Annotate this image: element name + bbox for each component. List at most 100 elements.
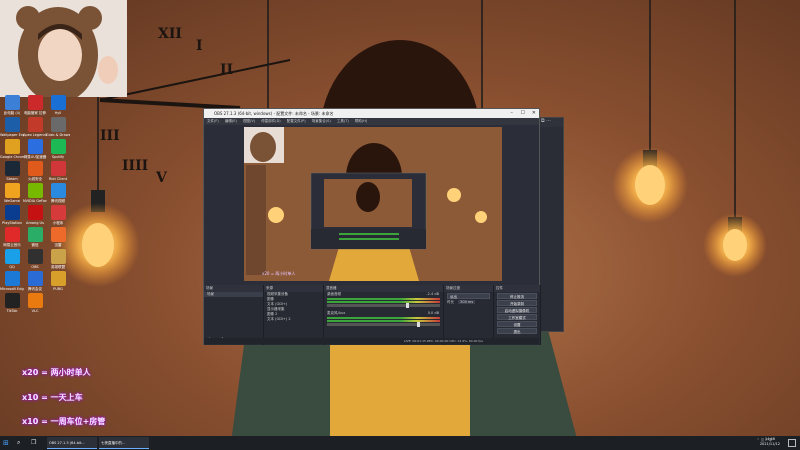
desktop-icon-label: 迅雷 — [54, 243, 62, 247]
slider-handle[interactable] — [406, 303, 410, 308]
desktop-icon[interactable]: 此电脑 (4) — [0, 95, 24, 115]
search-icon[interactable]: ⌕ — [17, 437, 27, 449]
virtual-camera-button[interactable]: 启动虚拟摄像机 — [497, 307, 537, 313]
scene-item[interactable]: 场景 — [204, 292, 263, 297]
slider-handle[interactable] — [417, 322, 421, 327]
desktop-icon[interactable]: Microsoft Edge — [0, 271, 24, 291]
windows-icon[interactable]: ⊞ — [3, 437, 13, 449]
menu-tools[interactable]: 工具(T) — [337, 119, 349, 123]
desktop-icon[interactable]: Hyll — [46, 95, 70, 115]
transition-select[interactable]: 淡出 — [447, 293, 490, 299]
desktop-icon-label: 英雄联盟 — [51, 265, 65, 269]
desktop-icon[interactable]: 网易云音乐 — [0, 227, 24, 247]
desktop-icon[interactable]: 微信 — [23, 227, 47, 247]
desktop-icon[interactable]: 小程序 — [46, 205, 70, 225]
close-icon[interactable]: ✕ — [532, 109, 536, 118]
desktop-icon[interactable]: Grab & Drawer — [46, 117, 70, 137]
start-recording-button[interactable]: 开始录制 — [497, 300, 537, 306]
maximize-icon[interactable]: ☐ — [521, 109, 525, 118]
channel-name: 桌面音频 — [327, 292, 341, 296]
menu-file[interactable]: 文件(F) — [207, 119, 219, 123]
desktop-icon[interactable]: 腾讯会议 — [23, 271, 47, 291]
desktop-icon[interactable]: Among Us — [23, 205, 47, 225]
menu-docks[interactable]: 停靠部件(D) — [261, 119, 280, 123]
window-controls-icon[interactable]: ⧉ ⋯ — [539, 118, 563, 127]
desktop-icon-label: 微信 — [31, 243, 39, 247]
source-item[interactable]: 文本 (GDI+) 2 — [264, 317, 323, 322]
clock-numeral: II — [220, 62, 234, 78]
desktop-icon[interactable]: Google Chrome — [0, 139, 24, 159]
clock-numeral: III — [100, 128, 120, 144]
desktop-icon-label: VLC — [31, 309, 39, 313]
minimize-icon[interactable]: – — [511, 109, 514, 118]
settings-button[interactable]: 设置 — [497, 321, 537, 327]
app-icon — [50, 205, 66, 220]
desktop-icon[interactable]: OBS — [23, 249, 47, 269]
controls-dock: 控件 停止推流 开始录制 启动虚拟摄像机 工作室模式 设置 退出 — [494, 285, 541, 345]
desktop-icon[interactable]: Steam — [0, 161, 24, 181]
menu-scene-collection[interactable]: 场景集合(S) — [312, 119, 331, 123]
volume-slider[interactable] — [327, 303, 440, 308]
desktop-icon[interactable]: Apex Legends — [23, 117, 47, 137]
desktop-icon-label: PUBG — [53, 287, 63, 291]
obs-titlebar[interactable]: OBS 27.1.3 (64-bit, windows) - 配置文件: 未命名… — [204, 109, 539, 118]
menu-edit[interactable]: 编辑(E) — [225, 119, 237, 123]
desktop-icon[interactable]: NVIDIA GeForce — [23, 183, 47, 203]
duration-input[interactable]: 300 ms — [458, 300, 476, 304]
menu-help[interactable]: 帮助(H) — [355, 119, 367, 123]
desktop-icon[interactable]: Wallpaper Engine — [0, 117, 24, 137]
exit-button[interactable]: 退出 — [497, 328, 537, 334]
desktop-icon[interactable]: PUBG — [46, 271, 70, 291]
app-icon — [50, 183, 66, 198]
app-icon — [27, 227, 43, 242]
transitions-dock: 场景过渡 淡出 时长 300 ms — [444, 285, 494, 345]
app-icon — [27, 271, 43, 286]
taskbar-app-stream[interactable]: 七夜直播中的... — [99, 437, 149, 449]
mixer-dock-title: 混音器 — [324, 285, 443, 292]
obs-statusbar: LIVE: 00:01:15 REC: 00:00:00 CPU: 12.9%,… — [204, 338, 539, 344]
promo-line: x10 = 一周车位+房管 — [22, 417, 106, 426]
obs-window[interactable]: OBS 27.1.3 (64-bit, windows) - 配置文件: 未命名… — [203, 108, 541, 345]
menu-profile[interactable]: 配置文件(P) — [287, 119, 306, 123]
obs-preview[interactable]: x20 = 两小时单人 — [244, 127, 502, 281]
desktop-icon[interactable]: WeGame — [0, 183, 24, 203]
desktop-icon-label: PlayStation — [2, 221, 22, 225]
desktop-icon-label: 网易云音乐 — [3, 243, 21, 247]
desktop-icon-label: Wallpaper Engine — [0, 133, 24, 137]
task-view-icon[interactable]: ❐ — [31, 437, 41, 449]
desktop-icon[interactable]: Spotify — [46, 139, 70, 159]
desktop-icon[interactable]: Riot Client — [46, 161, 70, 181]
volume-slider[interactable] — [327, 322, 440, 327]
desktop-icon-label: QQ — [9, 265, 15, 269]
desktop-icon[interactable]: VLC — [23, 293, 47, 313]
desktop-icon-label: Grab & Drawer — [46, 133, 70, 137]
notification-icon[interactable] — [788, 439, 796, 447]
channel-name: 麦克风/Aux — [327, 311, 346, 315]
desktop-icon[interactable]: 网易UU加速器 — [23, 139, 47, 159]
desktop-icon-label: NVIDIA GeForce — [23, 199, 47, 203]
webcam-overlay — [0, 0, 127, 97]
desktop-icon[interactable]: QQ — [0, 249, 24, 269]
desktop-icon[interactable]: 火绒安全 — [23, 161, 47, 181]
transitions-dock-title: 场景过渡 — [444, 285, 493, 292]
desktop-icon-label: 此电脑 (4) — [3, 111, 21, 115]
desktop-icon[interactable]: 腾讯视频 — [46, 183, 70, 203]
desktop-icon[interactable]: 电脑管家 拉伸 — [23, 95, 47, 115]
desktop-icon[interactable]: TikTok — [0, 293, 24, 313]
background-window[interactable]: ⧉ ⋯ — [538, 117, 564, 332]
desktop-icon[interactable]: 迅雷 — [46, 227, 70, 247]
duration-label: 时长 — [447, 300, 454, 304]
desktop-icon-label: 火绒安全 — [28, 177, 42, 181]
volume-meter — [327, 301, 440, 303]
taskbar-clock[interactable]: 14:46 2021/11/12 — [760, 437, 780, 447]
desktop-icon-label: Riot Client — [48, 177, 68, 181]
clock-numeral: IIII — [122, 158, 149, 174]
menu-view[interactable]: 视图(V) — [243, 119, 255, 123]
desktop-icon[interactable]: 英雄联盟 — [46, 249, 70, 269]
app-icon — [50, 139, 66, 154]
stop-streaming-button[interactable]: 停止推流 — [497, 293, 537, 299]
studio-mode-button[interactable]: 工作室模式 — [497, 314, 537, 320]
desktop-icon[interactable]: PlayStation — [0, 205, 24, 225]
taskbar-app-obs[interactable]: OBS 27.1.3 (64-bit... — [47, 437, 97, 449]
svg-text:x20 = 两小时单人: x20 = 两小时单人 — [262, 270, 295, 276]
